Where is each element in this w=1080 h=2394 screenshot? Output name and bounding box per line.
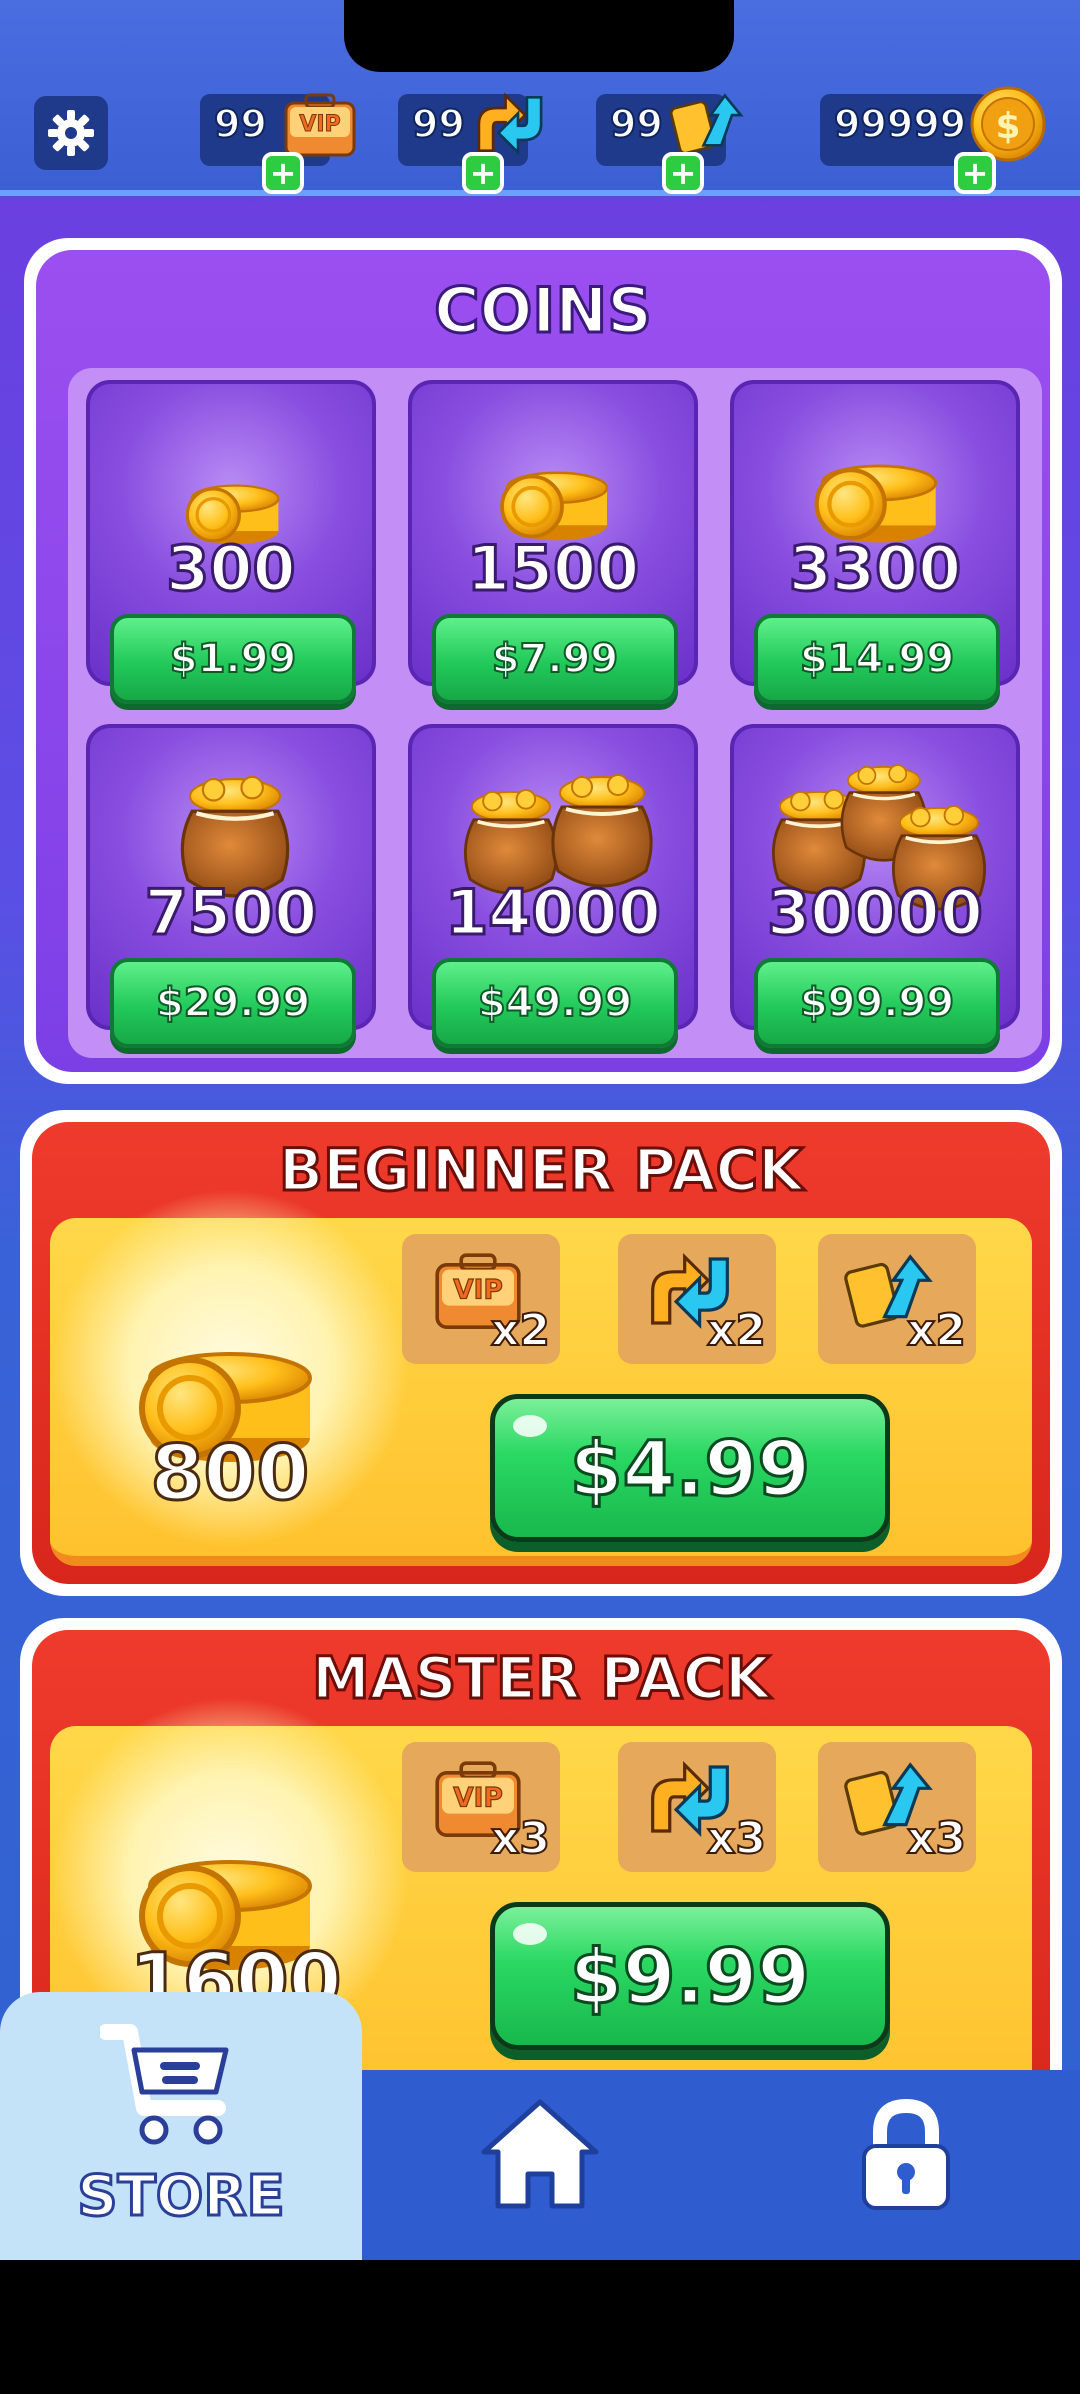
beginner-pack-buy-button[interactable]: $4.99 [490,1394,890,1542]
beginner-pack-coins: 800 [149,1427,311,1519]
store-screen: 99 + 99 + 99 + 99999 + COINS 300 $1.99 1… [0,0,1080,2260]
shuffle-count: 99 [609,101,664,147]
coin-offer-tile[interactable]: 3300 $14.99 [730,380,1020,704]
shopping-cart-icon [100,2024,229,2145]
plus-icon: + [961,154,989,192]
pack-item-vip: x3 [402,1742,560,1872]
coin-offer-tile[interactable]: 7500 $29.99 [86,724,376,1048]
nav-store-label: STORE [76,2163,287,2231]
pack-item-swap: x2 [618,1234,776,1364]
pack-item-swap: x3 [618,1742,776,1872]
master-pack-price: $9.99 [568,1930,811,2022]
add-swap-button[interactable]: + [462,152,504,194]
nav-tab-store[interactable]: STORE [0,1992,362,2260]
add-coins-button[interactable]: + [954,152,996,194]
coins-panel-inner: COINS 300 $1.99 1500 $7.99 3300 $14.99 7… [36,250,1050,1072]
pack-item-count: x3 [706,1812,767,1865]
swap-resource-counter: 99 + [398,94,528,194]
shuffle-resource-counter: 99 + [596,94,726,194]
coin-offer-amount: 1500 [465,531,641,607]
plus-icon: + [669,154,697,192]
coin-offer-price-button[interactable]: $1.99 [110,614,356,704]
pack-item-shuffle: x3 [818,1742,976,1872]
coins-panel: COINS 300 $1.99 1500 $7.99 3300 $14.99 7… [24,238,1062,1084]
coins-offer-grid: 300 $1.99 1500 $7.99 3300 $14.99 7500 $2 [68,368,1042,1058]
vip-count: 99 [213,101,268,147]
pack-item-count: x3 [906,1812,967,1865]
nav-tab-locked[interactable] [856,2098,956,2218]
master-pack-buy-button[interactable]: $9.99 [490,1902,890,2050]
pack-item-count: x2 [706,1304,767,1357]
coin-offer-amount: 7500 [143,875,319,951]
coin-offer-price-button[interactable]: $14.99 [754,614,1000,704]
pack-item-count: x3 [490,1812,551,1865]
camera-notch [344,0,734,72]
coin-count: 99999 [833,101,967,147]
plus-icon: + [469,154,497,192]
coin-offer-tile[interactable]: 1500 $7.99 [408,380,698,704]
coin-offer-amount: 30000 [766,875,985,951]
swap-count: 99 [411,101,466,147]
coin-offer-amount: 3300 [787,531,963,607]
button-shine [513,1415,547,1437]
vip-resource-counter: 99 + [200,94,330,194]
add-shuffle-button[interactable]: + [662,152,704,194]
coin-offer-tile[interactable]: 300 $1.99 [86,380,376,704]
system-bottom-bar [0,2260,1080,2394]
lock-icon [862,2098,950,2210]
coin-offer-price-button[interactable]: $49.99 [432,958,678,1048]
gear-icon [48,110,94,156]
beginner-pack-inner: BEGINNER PACK 800 x2 x2 x2 $4.99 [32,1122,1050,1584]
button-shine [513,1923,547,1945]
beginner-pack-price: $4.99 [568,1422,811,1514]
pack-item-vip: x2 [402,1234,560,1364]
coins-title: COINS [433,273,654,349]
coin-offer-amount: 300 [165,531,297,607]
pack-item-shuffle: x2 [818,1234,976,1364]
nav-tab-home[interactable] [478,2096,602,2220]
coin-offer-tile[interactable]: 14000 $49.99 [408,724,698,1048]
beginner-pack-body: 800 x2 x2 x2 $4.99 [50,1188,1032,1566]
pack-item-count: x2 [490,1304,551,1357]
pack-item-count: x2 [906,1304,967,1357]
settings-button[interactable] [34,96,108,170]
coin-offer-price-button[interactable]: $7.99 [432,614,678,704]
home-icon [481,2099,599,2209]
coin-resource-counter: 99999 + [820,94,990,194]
add-vip-button[interactable]: + [262,152,304,194]
coin-offer-price-button[interactable]: $99.99 [754,958,1000,1048]
coin-offer-tile[interactable]: 30000 $99.99 [730,724,1020,1048]
coin-offer-amount: 14000 [444,875,663,951]
plus-icon: + [269,154,297,192]
beginner-pack-card: BEGINNER PACK 800 x2 x2 x2 $4.99 [20,1110,1062,1596]
coin-offer-price-button[interactable]: $29.99 [110,958,356,1048]
